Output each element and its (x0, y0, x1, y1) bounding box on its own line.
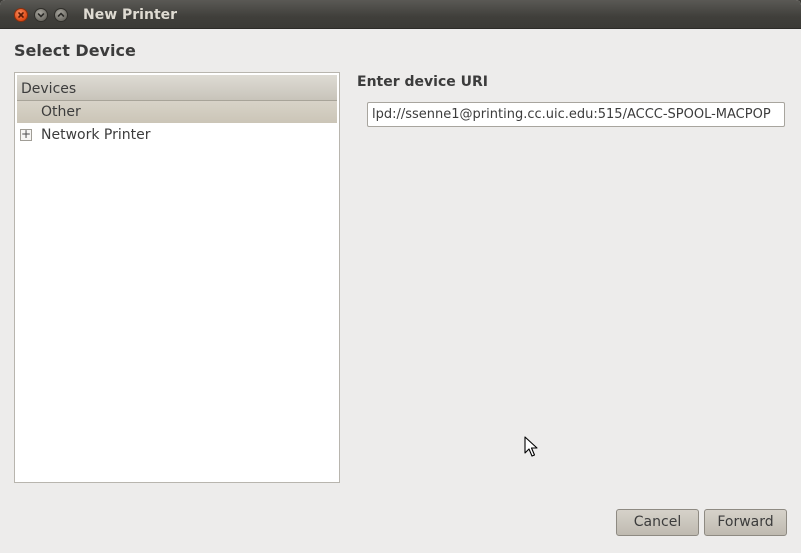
device-uri-input[interactable] (367, 102, 785, 127)
mouse-pointer-icon (524, 436, 538, 457)
minimize-icon[interactable] (34, 8, 48, 22)
forward-button[interactable]: Forward (704, 509, 787, 536)
maximize-icon[interactable] (54, 8, 68, 22)
new-printer-dialog: New Printer Select Device Devices Other … (0, 0, 801, 553)
tree-item-label: Network Printer (41, 127, 151, 143)
devices-column-header[interactable]: Devices (17, 75, 337, 101)
window-title: New Printer (83, 7, 178, 23)
tree-item-other[interactable]: Other (17, 101, 337, 123)
devices-tree[interactable]: Devices Other + Network Printer (14, 72, 340, 483)
close-icon[interactable] (14, 8, 28, 22)
devices-header-label: Devices (21, 81, 77, 97)
tree-item-network-printer[interactable]: + Network Printer (17, 124, 337, 146)
title-bar[interactable]: New Printer (0, 0, 801, 29)
expand-icon[interactable]: + (20, 127, 32, 141)
tree-item-label: Other (41, 104, 81, 120)
cancel-button[interactable]: Cancel (616, 509, 699, 536)
page-title: Select Device (14, 41, 136, 60)
device-uri-label: Enter device URI (357, 74, 488, 90)
